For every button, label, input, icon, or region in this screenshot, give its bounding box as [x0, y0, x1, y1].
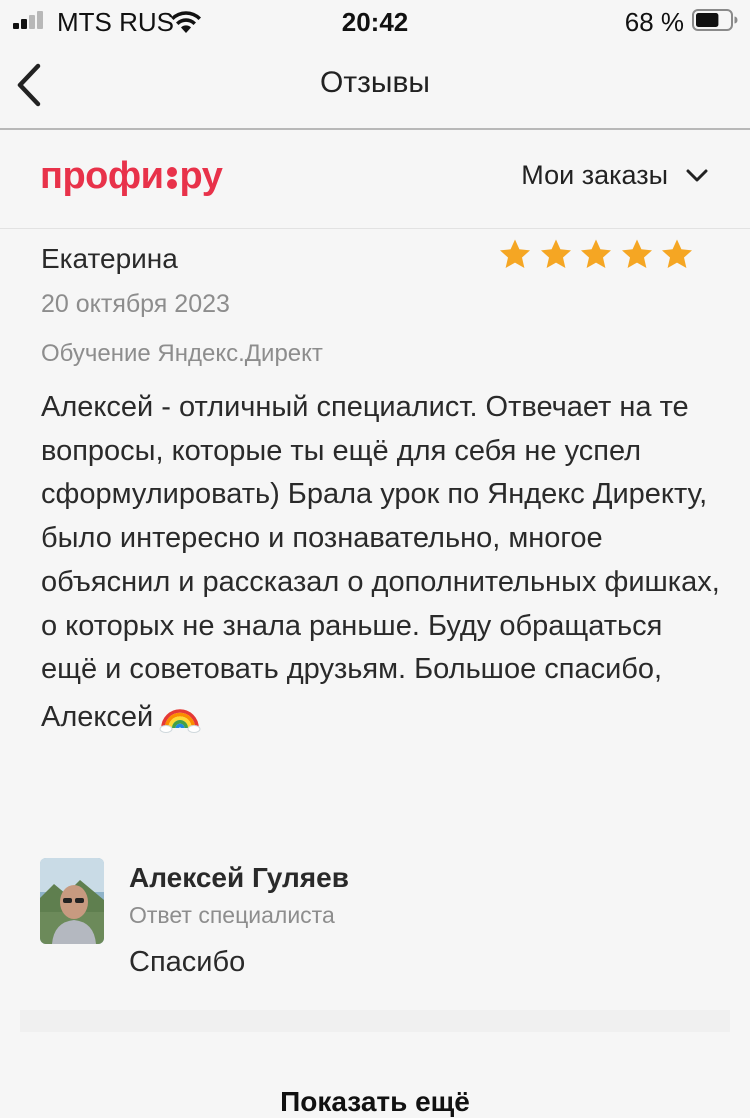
status-bar: MTS RUS 20:42 68 %	[0, 0, 750, 44]
star-icon	[540, 239, 571, 268]
my-orders-dropdown[interactable]: Мои заказы	[521, 160, 708, 191]
logo-text-left: профи	[40, 155, 164, 197]
profi-logo[interactable]: профи ру	[40, 155, 223, 197]
review-service: Обучение Яндекс.Директ	[41, 340, 323, 367]
logo-dots-icon	[165, 162, 179, 190]
avatar[interactable]	[40, 858, 104, 944]
logo-text-right: ру	[179, 155, 223, 197]
battery-icon	[692, 9, 738, 31]
specialist-reply: Алексей Гуляев Ответ специалиста Спасибо	[0, 856, 750, 1006]
review-date: 20 октября 2023	[41, 290, 230, 318]
star-icon	[500, 239, 530, 268]
site-header: профи ру Мои заказы	[0, 130, 750, 229]
my-orders-label: Мои заказы	[521, 160, 668, 190]
show-more-button[interactable]: Показать ещё	[0, 1086, 750, 1118]
star-icon	[662, 239, 692, 268]
rainbow-emoji-icon	[159, 709, 201, 733]
battery-percent: 68 %	[624, 7, 684, 37]
star-icon	[581, 239, 611, 268]
reply-text: Спасибо	[129, 946, 246, 978]
page-title: Отзывы	[320, 66, 430, 99]
star-rating	[498, 238, 701, 272]
specialist-role: Ответ специалиста	[129, 902, 335, 928]
star-icon	[621, 239, 652, 268]
section-divider	[20, 1010, 730, 1032]
review-text: Алексей - отличный специалист. Отвечает …	[41, 386, 721, 740]
specialist-name: Алексей Гуляев	[129, 862, 349, 893]
reviewer-name: Екатерина	[41, 243, 178, 274]
review-text-body: Алексей - отличный специалист. Отвечает …	[41, 391, 720, 733]
navigation-bar: Отзывы	[0, 44, 750, 130]
chevron-down-icon	[686, 169, 708, 181]
